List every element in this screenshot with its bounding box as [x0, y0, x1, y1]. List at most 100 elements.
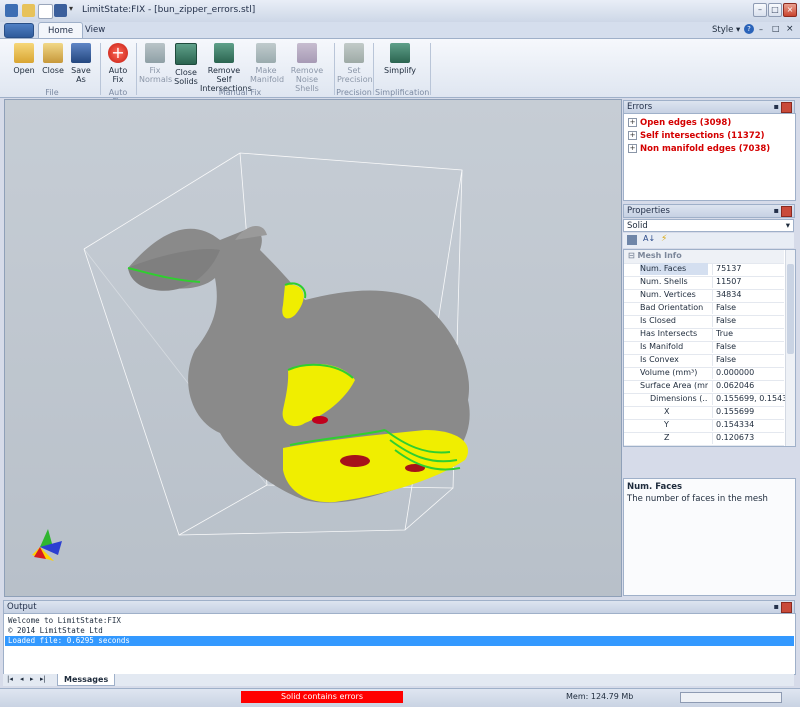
group-manual-fix-label: Manual Fix — [218, 88, 262, 97]
output-panel-close-button[interactable] — [781, 602, 792, 613]
property-row[interactable]: Num. Faces 75137 — [624, 263, 784, 277]
error-non-manifold-edges[interactable]: + Non manifold edges (7038) — [628, 144, 770, 154]
expand-icon[interactable]: + — [628, 118, 637, 127]
quick-open-icon[interactable] — [22, 4, 35, 17]
error-label: Non manifold edges (7038) — [640, 144, 771, 154]
property-row[interactable]: Volume (mm³) 0.000000 — [624, 367, 784, 381]
bunny-mesh — [127, 225, 470, 503]
auto-fix-label-1: Auto — [108, 66, 128, 75]
save-as-button[interactable]: Save As — [68, 43, 94, 84]
pin-icon[interactable]: ▪ — [774, 205, 779, 217]
make-manifold-icon — [256, 43, 276, 63]
errors-panel-close-button[interactable] — [781, 102, 792, 113]
maximize-button[interactable]: □ — [768, 3, 782, 17]
expand-icon[interactable]: + — [628, 144, 637, 153]
close-button[interactable]: Close — [40, 43, 66, 75]
property-row[interactable]: Num. Shells 11507 — [624, 276, 784, 290]
auto-fix-button[interactable]: + Auto Fix — [104, 43, 132, 84]
pin-icon[interactable]: ▪ — [774, 101, 779, 113]
property-value: True — [712, 328, 788, 340]
output-log[interactable]: Welcome to LimitState:FIX © 2014 LimitSt… — [3, 613, 796, 675]
ribbon-tab-row: Home View — [0, 22, 800, 39]
remove-self-intersections-button[interactable]: Remove Self Intersections — [200, 43, 252, 93]
3d-viewport[interactable] — [4, 99, 622, 597]
property-row[interactable]: Dimensions (... 0.155699, 0.15433... — [624, 393, 788, 407]
property-name: Is Convex — [640, 355, 679, 364]
minimize-button[interactable]: – — [753, 3, 767, 17]
property-row[interactable]: Z 0.120673 — [624, 432, 784, 446]
property-row[interactable]: Is Manifold False — [624, 341, 784, 355]
errors-panel-title: Errors — [627, 102, 653, 112]
close-solids-button[interactable]: Close Solids — [173, 43, 199, 86]
property-row[interactable]: Is Closed False — [624, 315, 784, 329]
save-as-label-1: Save — [71, 66, 91, 75]
property-grid-scrollbar[interactable] — [785, 250, 795, 446]
auto-fix-icon: + — [108, 43, 128, 63]
save-icon — [71, 43, 91, 63]
property-value: False — [712, 341, 788, 353]
property-name: Num. Shells — [640, 277, 688, 286]
quick-new-icon[interactable] — [38, 4, 53, 19]
ribbon-minimize-icon[interactable]: – — [759, 25, 763, 34]
set-precision-icon — [344, 43, 364, 63]
categorized-icon[interactable] — [627, 235, 637, 245]
first-page-icon[interactable]: |◂ — [7, 675, 13, 683]
category-name: Mesh Info — [637, 251, 682, 260]
ribbon-restore-icon[interactable]: □ — [772, 24, 780, 33]
pin-icon[interactable]: ▪ — [774, 601, 779, 613]
quick-save-icon[interactable] — [54, 4, 67, 17]
property-row[interactable]: X 0.155699 — [624, 406, 784, 420]
simplify-button[interactable]: Simplify — [382, 43, 418, 75]
set-precision-button[interactable]: Set Precision — [337, 43, 373, 84]
fix-normals-label-1: Fix — [149, 66, 161, 75]
open-icon — [14, 43, 34, 63]
app-icon — [5, 4, 18, 17]
object-selector-value: Solid — [627, 221, 648, 231]
output-panel-title: Output — [7, 602, 37, 612]
quick-access-menu-icon[interactable]: ▾ — [69, 4, 76, 17]
property-row[interactable]: Y 0.154334 — [624, 419, 784, 433]
property-row[interactable]: Has Intersects True — [624, 328, 784, 342]
fix-normals-button[interactable]: Fix Normals — [139, 43, 172, 84]
alphabetical-icon[interactable]: A↓ — [643, 234, 655, 243]
save-as-label-2: As — [76, 75, 86, 84]
application-menu-button[interactable] — [4, 23, 34, 38]
property-name: Z — [664, 433, 670, 442]
events-icon[interactable]: ⚡ — [661, 234, 667, 244]
window-title: LimitState:FIX - [bun_zipper_errors.stl] — [82, 5, 256, 15]
simplify-label: Simplify — [383, 66, 417, 75]
properties-panel-close-button[interactable] — [781, 206, 792, 217]
category-mesh-info[interactable]: ⊟ Mesh Info — [624, 250, 784, 264]
last-page-icon[interactable]: ▸| — [40, 675, 46, 683]
remove-noise-shells-button[interactable]: Remove Noise Shells — [284, 43, 330, 93]
error-label: Self intersections (11372) — [640, 131, 765, 141]
prev-page-icon[interactable]: ◂ — [20, 675, 24, 683]
property-row[interactable]: Surface Area (mm...0.062046 — [624, 380, 784, 394]
close-window-button[interactable]: × — [783, 3, 797, 17]
property-row[interactable]: Num. Vertices 34834 — [624, 289, 784, 303]
property-value: 34834 — [712, 289, 788, 301]
expand-icon[interactable]: + — [628, 131, 637, 140]
object-selector[interactable]: Solid ▾ — [623, 219, 794, 232]
property-name: X — [664, 407, 670, 416]
log-line: © 2014 LimitState Ltd — [8, 626, 103, 635]
property-row[interactable]: Is Convex False — [624, 354, 784, 368]
property-grid: ⊟ Mesh Info Num. Faces 75137 Num. Shells 1… — [623, 249, 796, 447]
error-self-intersections[interactable]: + Self intersections (11372) — [628, 131, 765, 141]
error-open-edges[interactable]: + Open edges (3098) — [628, 118, 731, 128]
status-bar: Solid contains errors Mem: 124.79 Mb — [0, 688, 800, 707]
axis-triad-icon — [32, 529, 62, 561]
output-tab-row: |◂ ◂ ▸ ▸| Messages — [3, 674, 794, 686]
property-name: Dimensions (... — [650, 394, 708, 403]
style-menu[interactable]: Style ▾ — [712, 25, 740, 35]
tab-view[interactable]: View — [76, 22, 114, 38]
make-manifold-button[interactable]: Make Manifold — [250, 43, 284, 84]
next-page-icon[interactable]: ▸ — [30, 675, 34, 683]
help-icon[interactable]: ? — [744, 24, 754, 34]
open-button[interactable]: Open — [10, 43, 38, 75]
close-solids-label-1: Close — [175, 68, 197, 77]
ribbon-close-icon[interactable]: × — [786, 24, 794, 34]
errors-panel-header: Errors ▪ — [623, 100, 795, 114]
tab-messages[interactable]: Messages — [57, 674, 116, 686]
property-row[interactable]: Bad Orientation False — [624, 302, 784, 316]
